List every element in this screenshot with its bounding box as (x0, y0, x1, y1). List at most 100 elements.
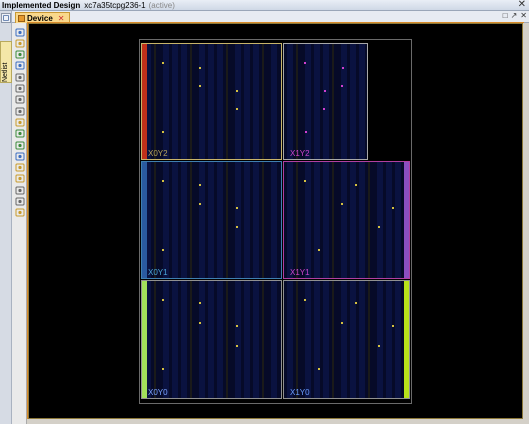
resource-column (287, 281, 293, 398)
placed-cell-marker (305, 131, 307, 133)
placed-cell-marker (236, 90, 238, 92)
resource-column (208, 162, 214, 278)
resource-column (341, 281, 347, 398)
auto-fit-selection-icon[interactable] (14, 117, 25, 127)
placed-cell-marker (199, 203, 201, 205)
resource-column (350, 281, 356, 398)
clock-region-x0y1[interactable]: X0Y1 (141, 161, 282, 279)
device-icon (18, 14, 25, 22)
resource-column (172, 281, 178, 398)
placed-cell-marker (162, 368, 164, 370)
clock-region-x0y0[interactable]: X0Y0 (141, 280, 282, 399)
resource-column (314, 44, 320, 159)
clock-region-x1y0[interactable]: X1Y0 (283, 280, 410, 399)
window-title: Implemented Design (2, 0, 81, 10)
resource-column (154, 281, 156, 398)
resource-column (226, 44, 228, 159)
resource-column (181, 281, 187, 398)
resource-column (377, 162, 383, 278)
highlight-icon[interactable] (14, 163, 25, 173)
resource-column (271, 44, 277, 159)
placed-cell-marker (323, 108, 325, 110)
resource-column (172, 162, 178, 278)
zoom-out-icon[interactable] (14, 84, 25, 94)
resource-column (217, 162, 223, 278)
clock-region-x1y1[interactable]: X1Y1 (283, 161, 410, 279)
clock-region-x1y2[interactable]: X1Y2 (283, 43, 368, 160)
select-mode-icon[interactable] (14, 27, 25, 37)
placed-cell-marker (236, 345, 238, 347)
resource-column (314, 281, 320, 398)
resource-column (235, 281, 241, 398)
float-icon[interactable]: ↗ (511, 11, 518, 20)
clock-region-label: X1Y2 (290, 149, 310, 158)
forward-arrow-icon[interactable] (14, 61, 25, 71)
resource-column (271, 162, 277, 278)
clock-region-label: X0Y1 (148, 268, 168, 277)
zoom-in-icon[interactable] (14, 72, 25, 82)
refresh-icon[interactable] (14, 129, 25, 139)
placed-cell-marker (341, 322, 343, 324)
show-io-icon[interactable] (14, 151, 25, 161)
placed-cell-marker (304, 62, 306, 64)
netlist-side-tab[interactable]: Netlist (0, 41, 12, 83)
io-bank-strip (404, 281, 409, 398)
placed-cell-marker (162, 180, 164, 182)
placed-cell-marker (324, 90, 326, 92)
placed-cell-marker (236, 108, 238, 110)
io-bank-strip (404, 162, 409, 278)
resource-column (395, 162, 401, 278)
resource-column (323, 44, 329, 159)
placed-cell-marker (304, 180, 306, 182)
resource-column (217, 44, 223, 159)
placed-cell-marker (162, 249, 164, 251)
resource-column (199, 281, 205, 398)
resource-column (262, 44, 264, 159)
resource-column (287, 44, 293, 159)
placed-cell-marker (162, 299, 164, 301)
resource-column (332, 162, 334, 278)
close-icon[interactable]: ✕ (520, 11, 527, 20)
resource-column (271, 281, 277, 398)
placed-cell-marker (162, 62, 164, 64)
resource-column (350, 44, 356, 159)
clock-region-label: X1Y0 (290, 388, 310, 397)
placed-cell-marker (304, 299, 306, 301)
properties-icon[interactable] (14, 38, 25, 48)
resource-column (172, 44, 178, 159)
resource-column (181, 44, 187, 159)
resource-column (244, 44, 250, 159)
resource-column (368, 162, 370, 278)
resource-column (190, 281, 192, 398)
resource-column (350, 162, 356, 278)
route-icon[interactable] (14, 140, 25, 150)
close-window-icon[interactable]: ✕ (518, 0, 526, 10)
maximize-icon[interactable]: □ (503, 11, 508, 20)
resource-column (341, 44, 347, 159)
zoom-area-icon[interactable] (14, 106, 25, 116)
placed-cell-marker (318, 368, 320, 370)
bottom-edge (27, 419, 529, 424)
resource-column (154, 162, 156, 278)
placed-cell-marker (342, 67, 344, 69)
resource-column (226, 162, 228, 278)
fit-icon[interactable] (14, 208, 25, 218)
resource-column (359, 44, 365, 159)
resource-column (199, 44, 205, 159)
mark-icon[interactable] (14, 185, 25, 195)
resource-column (386, 281, 392, 398)
resource-column (208, 44, 214, 159)
restore-panel-icon[interactable] (1, 13, 11, 23)
zoom-fit-icon[interactable] (14, 95, 25, 105)
resource-column (235, 162, 241, 278)
placed-cell-marker (199, 322, 201, 324)
resource-column (253, 162, 259, 278)
placed-cell-marker (236, 325, 238, 327)
placed-cell-marker (355, 302, 357, 304)
placed-cell-marker (341, 85, 343, 87)
back-arrow-icon[interactable] (14, 50, 25, 60)
clock-region-x0y2[interactable]: X0Y2 (141, 43, 282, 160)
draw-pblock-icon[interactable] (14, 174, 25, 184)
placed-cell-marker (392, 207, 394, 209)
ruler-icon[interactable] (14, 197, 25, 207)
